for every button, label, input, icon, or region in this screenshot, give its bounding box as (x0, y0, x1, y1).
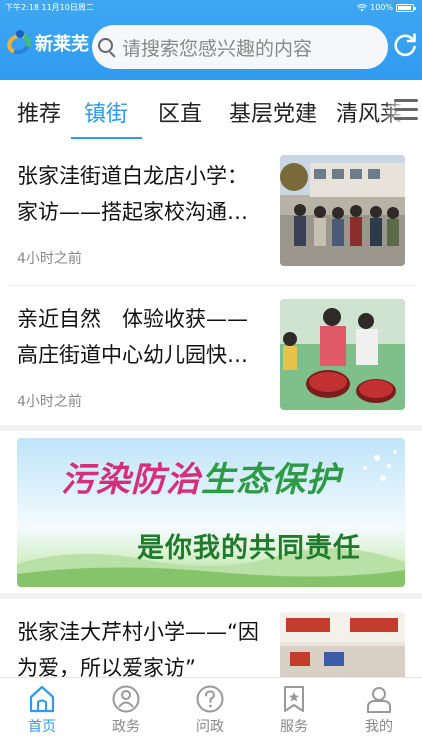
tab-district[interactable]: 区直 (158, 96, 202, 128)
nav-service[interactable]: 服务 (264, 684, 324, 736)
logo-text: 新莱芜 (35, 34, 89, 55)
list-item[interactable]: 张家洼街道白龙店小学：家访——搭起家校沟通的桥梁 4小时之前 (0, 142, 422, 286)
bottom-navigation: 首页 政务 问政 服务 我的 (0, 677, 422, 750)
tab-towns[interactable]: 镇街 (84, 96, 128, 128)
tab-recommend[interactable]: 推荐 (17, 96, 61, 128)
status-time: 下午2:18 11月10日周二 (5, 3, 94, 12)
banner-headline: 污染防治生态保护 (61, 460, 341, 500)
user-icon (367, 687, 391, 713)
news-thumbnail (280, 612, 405, 677)
wifi-icon (357, 4, 368, 12)
active-tab-indicator (71, 137, 142, 139)
news-time: 4小时之前 (17, 251, 82, 267)
search-placeholder: 请搜索您感兴趣的内容 (122, 37, 313, 60)
search-icon (96, 37, 116, 58)
refresh-icon[interactable] (392, 32, 418, 58)
header: 下午2:18 11月10日周二 100% 新莱芜 请搜索您感兴趣的内容 (0, 0, 422, 80)
news-thumbnail (280, 299, 405, 410)
news-time: 4小时之前 (17, 394, 82, 410)
nav-home[interactable]: 首页 (12, 684, 72, 736)
news-thumbnail (280, 155, 405, 266)
nav-service-label: 服务 (280, 719, 308, 735)
nav-inquiry-label: 问政 (196, 719, 224, 735)
list-item[interactable]: 亲近自然 体验收获—— 高庄街道中心幼儿园快乐采… 4小时之前 (0, 286, 422, 425)
home-icon (29, 685, 55, 713)
question-icon (196, 685, 224, 713)
tab-party-building[interactable]: 基层党建 (229, 96, 317, 128)
nav-government[interactable]: 政务 (96, 684, 156, 736)
environment-banner[interactable]: 污染防治生态保护 是你我的共同责任 (17, 438, 405, 587)
news-title: 张家洼大芹村小学——“因为爱，所以爱家访” (17, 620, 259, 677)
service-bookmark-icon (284, 686, 304, 712)
app-logo[interactable]: 新莱芜 (4, 30, 89, 58)
nav-home-label: 首页 (28, 719, 56, 735)
battery-icon (396, 4, 416, 12)
nav-mine-label: 我的 (365, 719, 393, 735)
logo-mark-icon (4, 30, 34, 58)
category-tabs: 推荐 镇街 区直 基层党建 清风莱 (0, 80, 422, 142)
news-title: 张家洼街道白龙店小学：家访——搭起家校沟通的桥梁 (17, 164, 248, 224)
menu-icon[interactable] (394, 99, 418, 121)
banner-subline: 是你我的共同责任 (137, 533, 361, 564)
app-screen: 下午2:18 11月10日周二 100% 新莱芜 请搜索您感兴趣的内容 推荐 镇… (0, 0, 422, 750)
nav-government-label: 政务 (112, 719, 140, 735)
news-title: 亲近自然 体验收获—— 高庄街道中心幼儿园快乐采… (17, 307, 265, 367)
section-separator (0, 425, 422, 431)
status-bar: 下午2:18 11月10日周二 100% (0, 0, 422, 16)
battery-percent: 100% (370, 3, 393, 12)
nav-inquiry[interactable]: 问政 (180, 684, 240, 736)
list-item[interactable]: 张家洼大芹村小学——“因为爱，所以爱家访” (0, 599, 422, 677)
nav-mine[interactable]: 我的 (349, 684, 409, 736)
search-input[interactable]: 请搜索您感兴趣的内容 (92, 25, 388, 69)
status-right: 100% (357, 0, 416, 16)
government-icon (112, 685, 140, 713)
